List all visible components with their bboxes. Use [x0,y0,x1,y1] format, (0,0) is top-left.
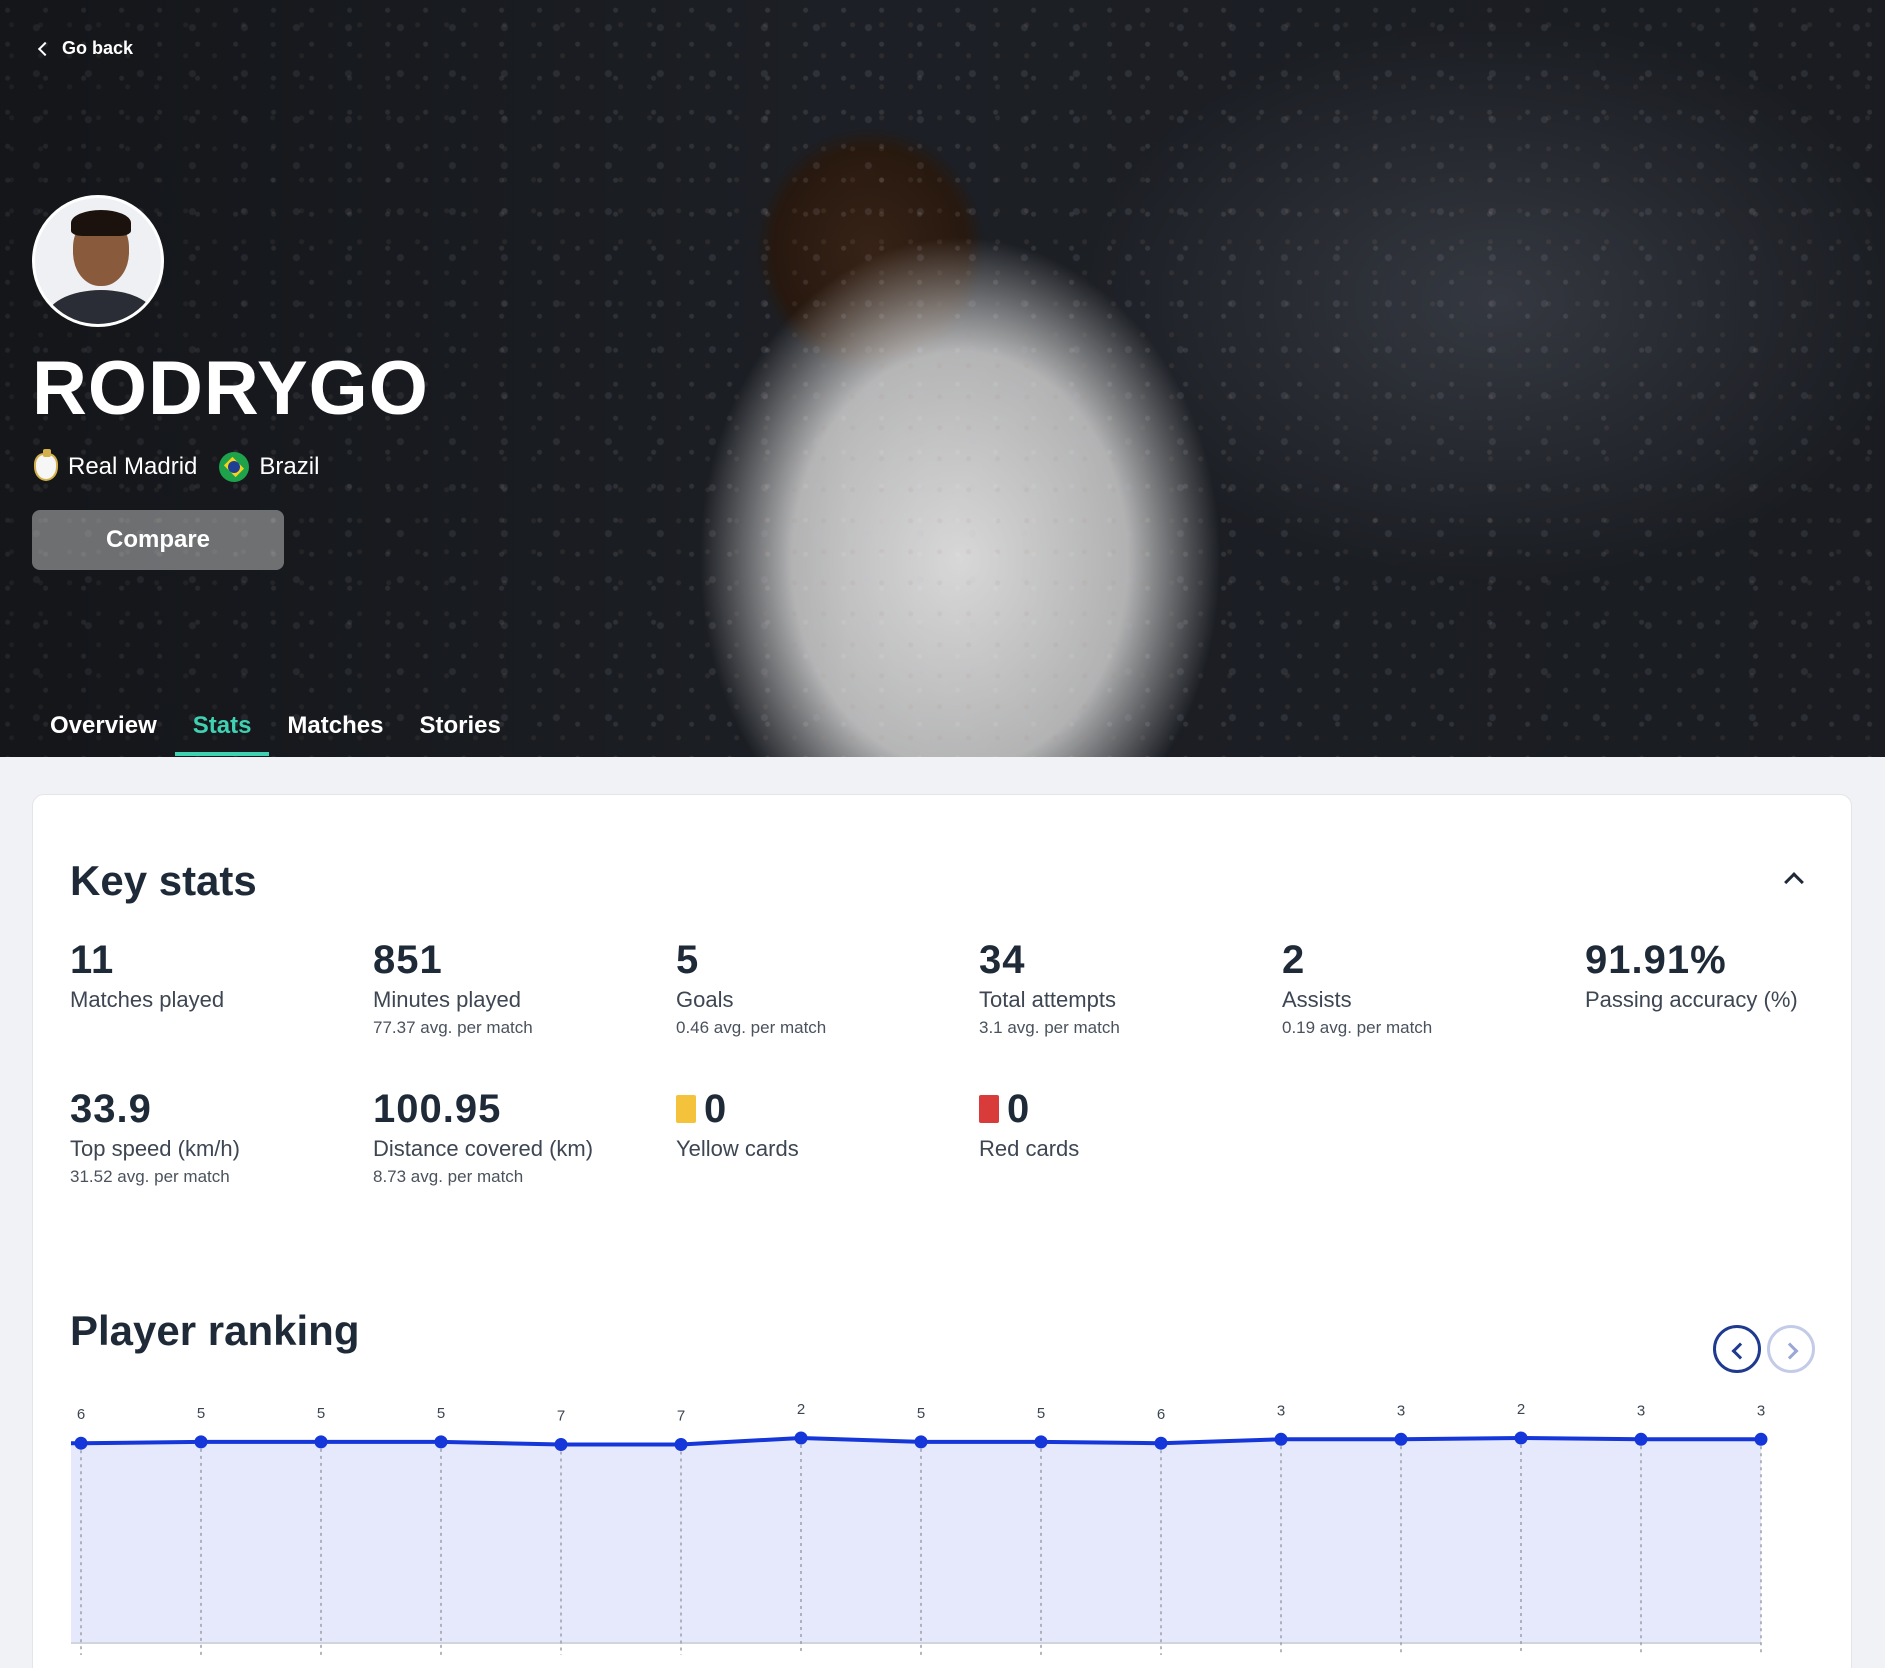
stats-card: Key stats 11 Matches played 851 Minutes … [32,794,1852,1668]
ranking-point[interactable] [1514,1431,1528,1445]
ranking-point[interactable] [1634,1432,1648,1446]
player-name: RODRYGO [32,346,429,431]
ranking-label: 3 [1757,1402,1765,1419]
player-affiliations: Real Madrid Brazil [34,449,341,482]
ranking-label: 5 [1037,1405,1045,1422]
ranking-label: 5 [197,1405,205,1422]
ranking-area [71,1438,1761,1643]
hero-banner: Go back RODRYGO Real Madrid Brazil Compa… [0,0,1885,757]
ranking-label: 3 [1397,1402,1405,1419]
ranking-point[interactable] [794,1431,808,1445]
ranking-label: 3 [1637,1402,1645,1419]
go-back-label: Go back [62,38,134,58]
country-name: Brazil [259,453,320,480]
player-tabs: Overview Stats Matches Stories [32,700,519,756]
ranking-label: 2 [797,1401,805,1418]
compare-button[interactable]: Compare [32,510,284,570]
country-link[interactable]: Brazil [219,452,319,482]
ranking-point[interactable] [434,1435,448,1449]
ranking-label: 5 [917,1405,925,1422]
tab-stats[interactable]: Stats [174,700,270,756]
ranking-label: 5 [317,1405,325,1422]
club-name: Real Madrid [68,453,198,480]
ranking-label: 7 [677,1408,685,1425]
ranking-point[interactable] [1754,1432,1768,1446]
ranking-point[interactable] [1394,1432,1408,1446]
ranking-label: 5 [437,1405,445,1422]
ranking-label: 7 [557,1408,565,1425]
brazil-flag-icon [219,452,250,482]
tab-overview[interactable]: Overview [32,700,175,754]
ranking-point[interactable] [674,1438,688,1451]
club-crest-icon [34,449,58,481]
player-avatar [32,195,164,327]
club-link[interactable]: Real Madrid [34,449,198,481]
ranking-label: 6 [77,1406,85,1423]
ranking-label: 6 [1157,1406,1165,1423]
tab-stories[interactable]: Stories [401,700,518,754]
chevron-left-icon [37,41,53,56]
tab-matches[interactable]: Matches [269,700,401,754]
ranking-point[interactable] [314,1435,328,1449]
ranking-chart: 6 5 5 5 7 7 2 5 5 6 3 3 2 3 3 [71,1401,1768,1655]
ranking-point[interactable] [1034,1435,1048,1449]
ranking-point[interactable] [914,1435,928,1449]
ranking-label: 2 [1517,1401,1525,1418]
ranking-point[interactable] [554,1438,568,1451]
ranking-label: 3 [1277,1402,1285,1419]
ranking-point[interactable] [1274,1432,1288,1446]
ranking-point[interactable] [194,1435,208,1449]
ranking-point[interactable] [74,1436,88,1450]
go-back-link[interactable]: Go back [37,38,134,59]
ranking-point[interactable] [1154,1436,1168,1450]
